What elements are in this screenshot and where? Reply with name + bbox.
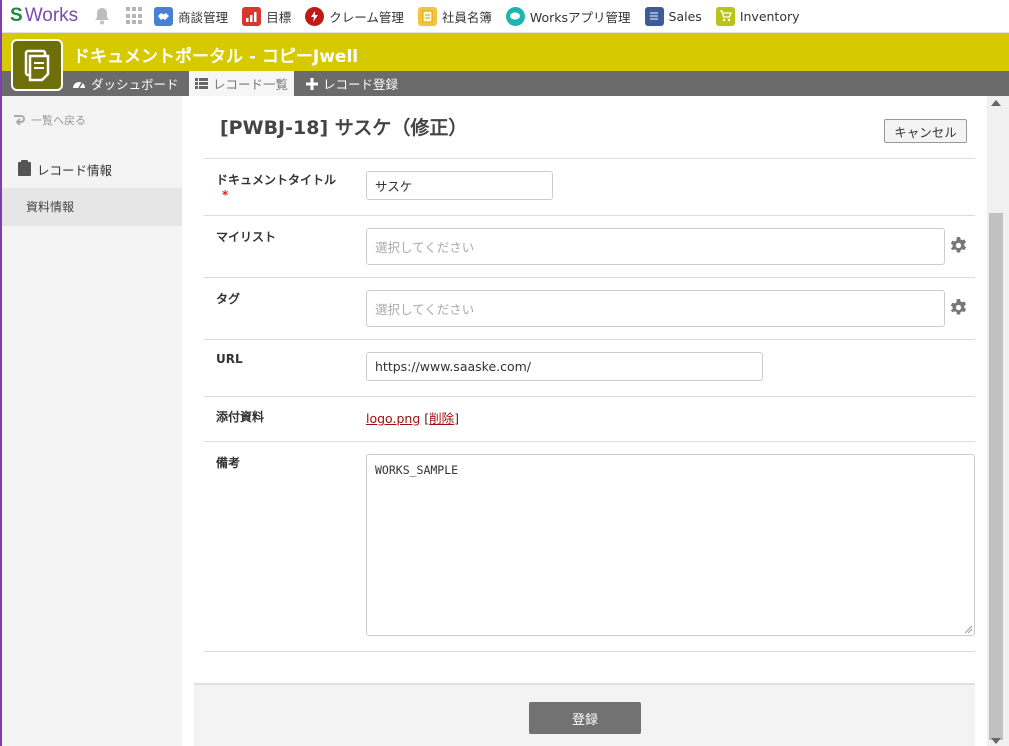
divider (204, 339, 975, 340)
note-text: WORKS_SAMPLE (375, 463, 459, 477)
register-button[interactable]: 登録 (529, 702, 641, 734)
field-label-note: 備考 (216, 456, 241, 470)
attachment-file-link[interactable]: logo.png (366, 411, 420, 426)
tab-record-register[interactable]: レコード登録 (300, 71, 404, 96)
field-label-url: URL (216, 352, 243, 366)
divider (204, 441, 975, 442)
app-link-claims[interactable]: クレーム管理 (305, 6, 404, 26)
section-label: レコード情報 (37, 163, 113, 178)
back-label: 一覧へ戻る (31, 114, 86, 127)
doc-title-input[interactable]: サスケ (366, 171, 553, 200)
tag-select[interactable]: 選択してください (366, 290, 945, 327)
sidebar-section-record-info[interactable]: レコード情報 (18, 160, 112, 179)
gauge-icon (72, 78, 86, 90)
logo-s: S (10, 5, 23, 26)
app-link-works-apps[interactable]: Worksアプリ管理 (505, 6, 631, 26)
record-title: [PWBJ-18] サスケ（修正） (220, 117, 468, 139)
app-link-deals[interactable]: 商談管理 (154, 6, 229, 26)
notepad-icon (417, 6, 437, 26)
app-label: 商談管理 (178, 9, 229, 25)
clipboard-icon (18, 160, 31, 179)
label-text: ドキュメントタイトル (216, 173, 337, 187)
divider (204, 158, 975, 159)
logo-text: Works (24, 5, 79, 26)
app-title: ドキュメントポータル - コピーJwell (73, 47, 359, 67)
divider (204, 277, 975, 278)
list-icon (195, 78, 208, 89)
sales-sheet-icon (644, 6, 664, 26)
bracket: ] (454, 411, 460, 426)
divider (204, 396, 975, 397)
tab-label: レコード一覧 (213, 77, 289, 92)
handshake-icon (154, 6, 174, 26)
divider (204, 215, 975, 216)
window-edge (0, 0, 2, 746)
scroll-down-icon[interactable] (991, 738, 1001, 744)
app-label: 目標 (266, 9, 292, 25)
chat-bubble-icon (505, 6, 525, 26)
field-label-attachment: 添付資料 (216, 410, 265, 424)
app-label: Sales (668, 8, 702, 24)
note-textarea[interactable]: WORKS_SAMPLE (366, 454, 975, 636)
back-to-list-link[interactable]: 一覧へ戻る (12, 112, 86, 128)
chart-up-icon (242, 6, 262, 26)
tab-dashboard[interactable]: ダッシュボード (66, 71, 185, 96)
top-app-bar: S Works 商談管理 目標 クレーム管理 社員名簿 Worksアプリ管理 S… (0, 0, 1009, 33)
gear-icon[interactable] (950, 299, 967, 316)
return-arrow-icon (12, 113, 26, 128)
claim-icon (305, 6, 325, 26)
sidebar-item-document-info[interactable]: 資料情報 (2, 188, 182, 226)
plus-icon (306, 77, 318, 90)
divider (204, 651, 975, 652)
attachment-value: logo.png [削除] (366, 408, 459, 427)
tab-label: ダッシュボード (91, 77, 179, 92)
app-link-sales[interactable]: Sales (644, 6, 702, 26)
app-link-employees[interactable]: 社員名簿 (417, 6, 492, 26)
cancel-button[interactable]: キャンセル (884, 119, 967, 143)
app-label: Inventory (739, 8, 800, 24)
app-grid-icon[interactable] (126, 7, 144, 25)
tab-record-list[interactable]: レコード一覧 (189, 71, 295, 96)
gear-icon[interactable] (950, 237, 967, 254)
field-label-tag: タグ (216, 292, 241, 306)
app-label: クレーム管理 (329, 9, 404, 25)
app-link-goals[interactable]: 目標 (242, 6, 292, 26)
app-label: 社員名簿 (441, 9, 492, 25)
resize-handle-icon[interactable] (964, 625, 972, 633)
document-app-icon[interactable] (11, 39, 63, 91)
app-link-inventory[interactable]: Inventory (715, 6, 800, 26)
cart-icon (715, 6, 735, 26)
attachment-delete-link[interactable]: 削除 (429, 411, 454, 426)
mylist-select[interactable]: 選択してください (366, 228, 945, 265)
scroll-up-icon[interactable] (991, 100, 1001, 106)
scrollbar-thumb[interactable] (989, 213, 1003, 740)
required-mark: * (222, 188, 229, 202)
app-label: Worksアプリ管理 (529, 9, 631, 25)
url-input[interactable]: https://www.saaske.com/ (366, 352, 763, 381)
field-label-doc-title: ドキュメントタイトル * (216, 171, 336, 202)
tab-label: レコード登録 (323, 77, 399, 92)
works-logo[interactable]: S Works (10, 5, 78, 27)
bell-icon[interactable] (92, 6, 112, 26)
field-label-mylist: マイリスト (216, 230, 277, 244)
